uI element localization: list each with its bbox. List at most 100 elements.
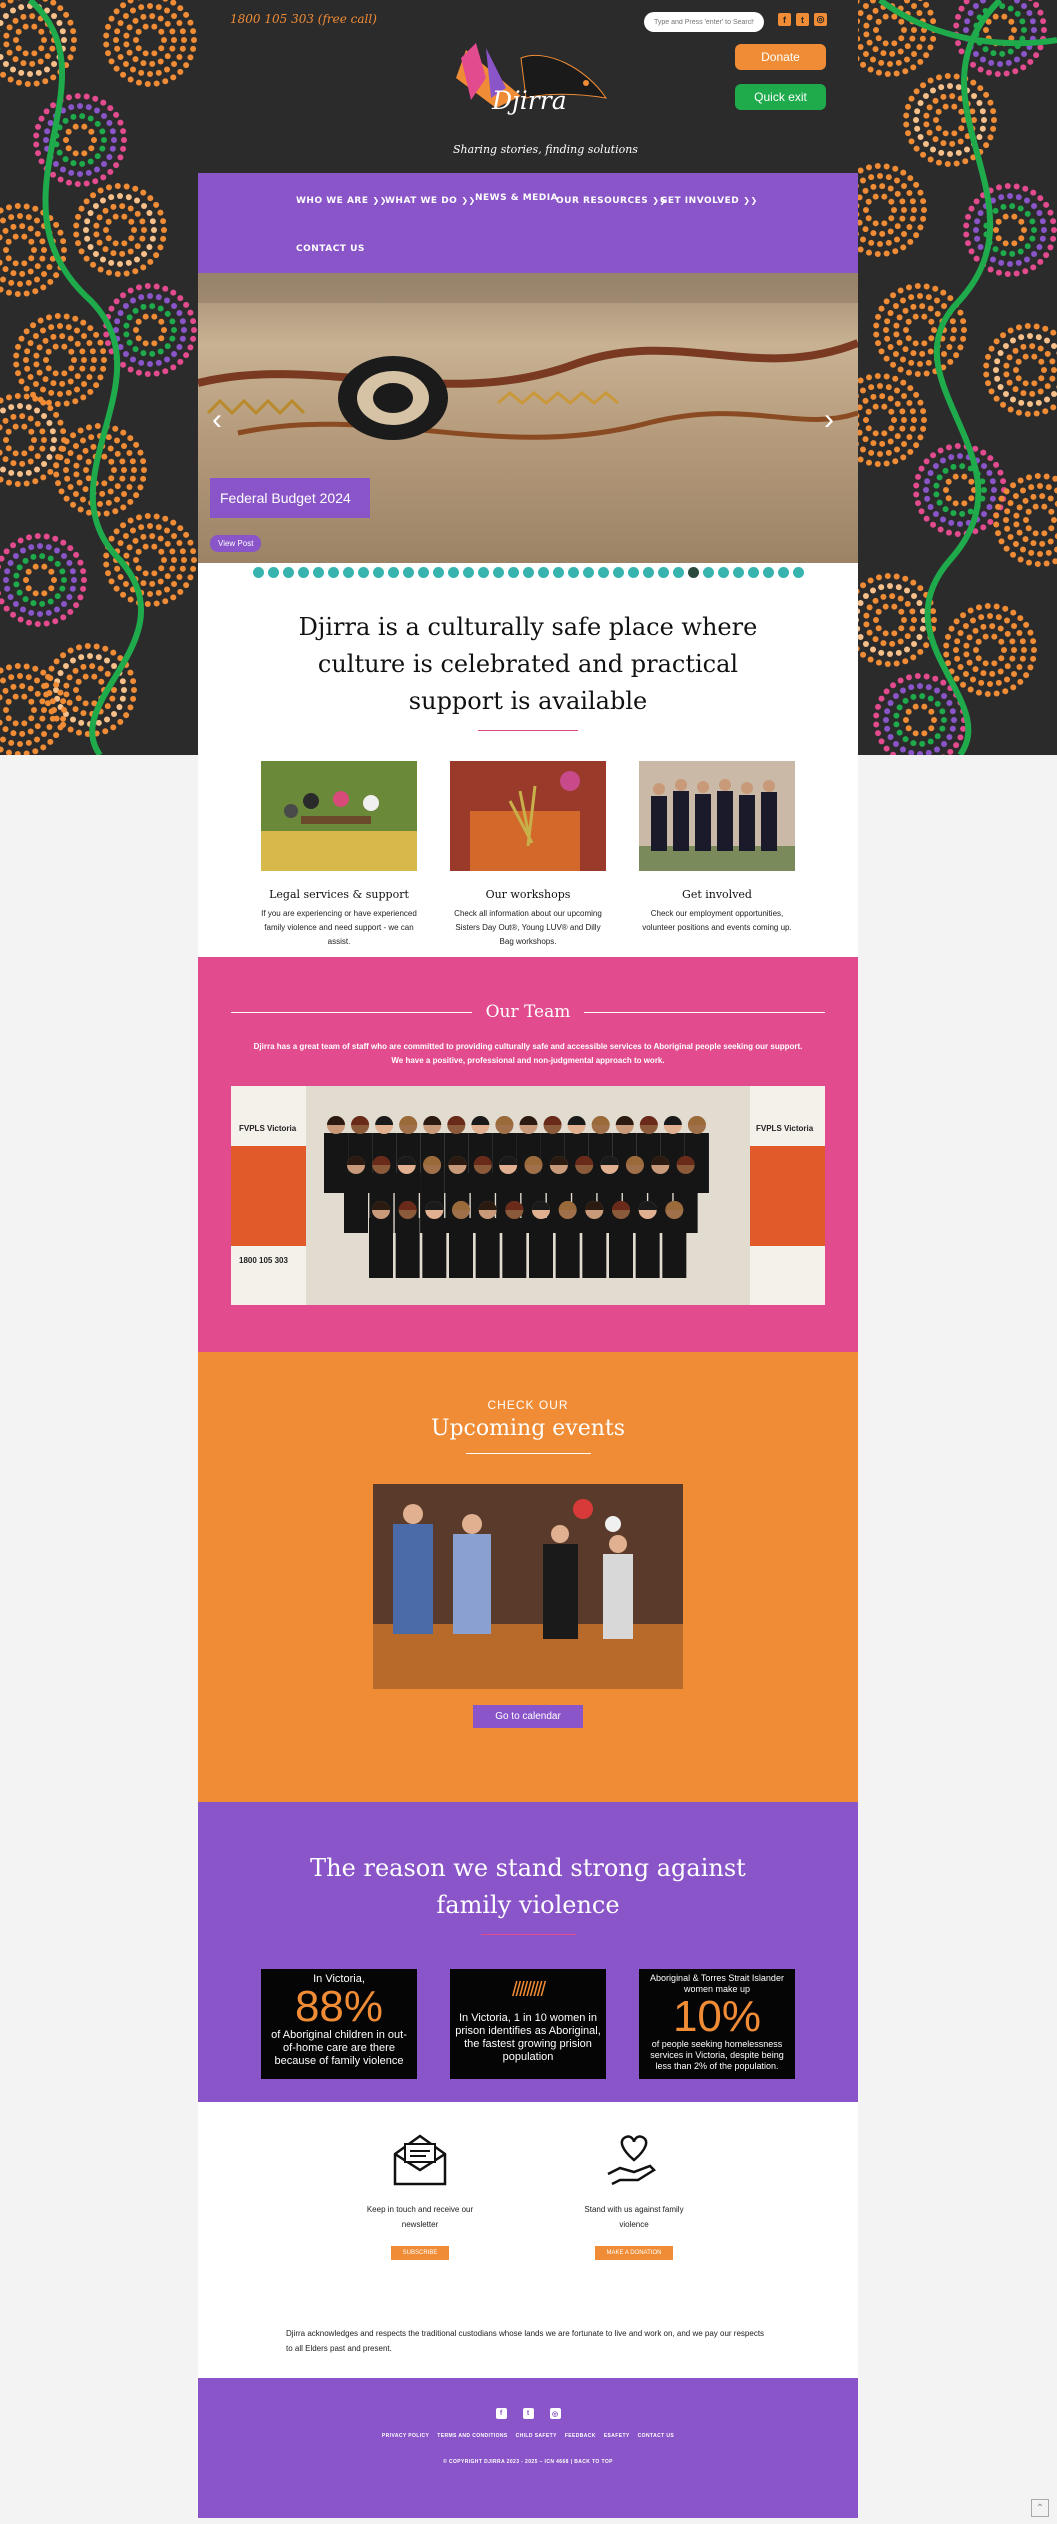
slider-dot[interactable] (342, 567, 354, 578)
nav-label: GET INVOLVED (660, 196, 740, 206)
view-post-button[interactable]: View Post (210, 535, 262, 552)
slider-dot[interactable] (462, 567, 474, 578)
slider-dot[interactable] (267, 567, 279, 578)
events-photo[interactable] (373, 1484, 683, 1689)
card-legal-services[interactable]: Legal services & support If you are expe… (261, 761, 417, 949)
slider-dot[interactable] (762, 567, 774, 578)
facebook-icon[interactable]: f (495, 2408, 507, 2419)
nav-item-who-we-are[interactable]: WHO WE ARE ❯❯ (296, 196, 387, 206)
twitter-icon[interactable]: t (522, 2408, 534, 2419)
search-input[interactable] (644, 12, 764, 32)
banner-right-title: FVPLS Victoria (756, 1124, 814, 1133)
slider-dot[interactable] (552, 567, 564, 578)
slider-dot[interactable] (252, 567, 264, 578)
donate-button[interactable]: Donate (735, 44, 826, 70)
slider-dot[interactable] (327, 567, 339, 578)
slider-dot[interactable] (657, 567, 669, 578)
nav-label: WHO WE ARE (296, 196, 369, 206)
slider-dot[interactable] (732, 567, 744, 578)
team-title: Our Team (485, 1002, 571, 1022)
hero-slider: ‹ › Federal Budget 2024 View Post (198, 273, 858, 563)
slider-dot[interactable] (417, 567, 429, 578)
footer-link-child-safety[interactable]: CHILD SAFETY (516, 2433, 557, 2439)
slider-dot[interactable] (627, 567, 639, 578)
slider-dot[interactable] (492, 567, 504, 578)
site-container: 1800 105 303 (free call) f t ◎ Donate Qu… (198, 0, 858, 2518)
chevron-down-icon: ❯❯ (743, 196, 758, 205)
card-workshops[interactable]: Our workshops Check all information abou… (450, 761, 606, 949)
slide-caption[interactable]: Federal Budget 2024 (210, 478, 370, 518)
tagline: Sharing stories, finding solutions (453, 143, 638, 156)
slider-dot[interactable] (582, 567, 594, 578)
women-figures-icon: ///////// (511, 1979, 546, 2001)
footer-link-privacy-policy[interactable]: PRIVACY POLICY (382, 2433, 429, 2439)
site-header: 1800 105 303 (free call) f t ◎ Donate Qu… (198, 0, 858, 173)
banner-phone: 1800 105 303 (239, 1256, 288, 1265)
nav-item-get-involved[interactable]: GET INVOLVED ❯❯ (660, 196, 758, 206)
slider-dot[interactable] (477, 567, 489, 578)
statistics-section: The reason we stand strong against famil… (198, 1802, 858, 2102)
card-image-group (639, 761, 795, 871)
slider-dot[interactable] (792, 567, 804, 578)
newsletter-text: Keep in touch and receive our newsletter (366, 2205, 474, 2229)
card-get-involved[interactable]: Get involved Check our employment opport… (639, 761, 795, 949)
facebook-icon[interactable]: f (778, 13, 791, 26)
slider-dot[interactable] (567, 567, 579, 578)
slider-dot[interactable] (537, 567, 549, 578)
phone-number[interactable]: 1800 105 303 (free call) (230, 12, 377, 26)
slider-dot[interactable] (612, 567, 624, 578)
slider-dot[interactable] (297, 567, 309, 578)
nav-item-contact-us[interactable]: CONTACT US (296, 244, 365, 254)
slider-dot[interactable] (777, 567, 789, 578)
divider (465, 1453, 591, 1454)
make-donation-button[interactable]: MAKE A DONATION (594, 2246, 674, 2260)
stats-title: The reason we stand strong against famil… (310, 1854, 746, 1919)
stat-text: In Victoria, 1 in 10 women in prison ide… (455, 2012, 601, 2063)
nav-item-what-we-do[interactable]: WHAT WE DO ❯❯ (385, 196, 476, 206)
slider-dot[interactable] (282, 567, 294, 578)
card-title: Legal services & support (269, 888, 409, 901)
slider-dot[interactable] (597, 567, 609, 578)
slider-prev-icon[interactable]: ‹ (212, 403, 222, 437)
banner-left-title: FVPLS Victoria (239, 1124, 297, 1133)
divider (480, 1934, 576, 1935)
slider-dot[interactable] (747, 567, 759, 578)
slider-dot[interactable] (372, 567, 384, 578)
instagram-icon[interactable]: ◎ (814, 13, 827, 26)
slider-dot[interactable] (672, 567, 684, 578)
slider-dot[interactable] (642, 567, 654, 578)
heart-hand-icon (607, 2135, 656, 2186)
donation-block: Stand with us against family violence MA… (574, 2132, 694, 2260)
quick-exit-button[interactable]: Quick exit (735, 84, 826, 110)
nav-item-news-media[interactable]: NEWS & MEDIA (475, 193, 558, 203)
events-kicker: CHECK OUR (487, 1398, 569, 1412)
footer-link-feedback[interactable]: FEEDBACK (565, 2433, 596, 2439)
slider-next-icon[interactable]: › (824, 403, 834, 437)
slider-dot[interactable] (522, 567, 534, 578)
go-to-calendar-button[interactable]: Go to calendar (473, 1705, 583, 1728)
slider-dot[interactable] (402, 567, 414, 578)
back-to-top-icon[interactable]: ⌃ (1031, 2499, 1049, 2517)
nav-label: WHAT WE DO (385, 196, 458, 206)
footer-link-contact-us[interactable]: CONTACT US (638, 2433, 674, 2439)
slider-dot[interactable] (387, 567, 399, 578)
slider-dot[interactable] (447, 567, 459, 578)
slider-pagination (198, 563, 858, 579)
nav-item-our-resources[interactable]: OUR RESOURCES ❯❯ (556, 196, 667, 206)
subscribe-button[interactable]: SUBSCRIBE (390, 2246, 450, 2260)
stat-number: 10% (672, 1992, 762, 2041)
twitter-icon[interactable]: t (796, 13, 809, 26)
footer-link-terms[interactable]: TERMS AND CONDITIONS (437, 2433, 507, 2439)
slider-dot[interactable] (432, 567, 444, 578)
team-photo: FVPLS Victoria FVPLS Victoria 1800 105 3… (231, 1086, 825, 1305)
footer-link-esafety[interactable]: ESAFETY (604, 2433, 630, 2439)
slider-dot[interactable] (717, 567, 729, 578)
instagram-icon[interactable]: ◎ (549, 2408, 561, 2419)
slider-dot[interactable] (702, 567, 714, 578)
slider-dot[interactable] (357, 567, 369, 578)
slider-dot[interactable] (687, 567, 699, 578)
header-social-links: f t ◎ (778, 13, 827, 26)
slider-dot[interactable] (312, 567, 324, 578)
slider-dot[interactable] (507, 567, 519, 578)
site-footer: f t ◎ PRIVACY POLICY TERMS AND CONDITION… (198, 2378, 858, 2518)
